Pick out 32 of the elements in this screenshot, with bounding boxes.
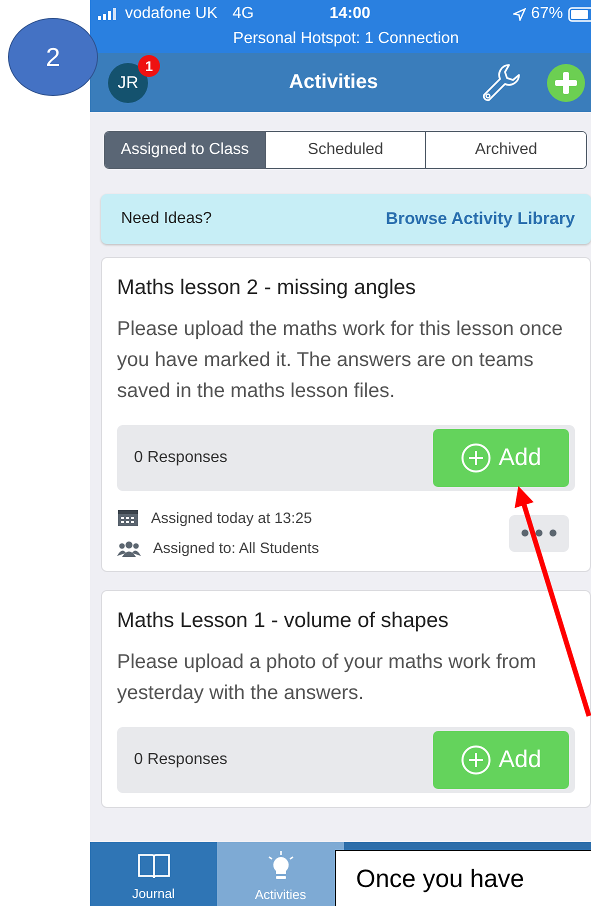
activity-title: Maths lesson 2 - missing angles (117, 276, 417, 300)
screen-title: Activities (288, 71, 379, 94)
book-icon (136, 852, 170, 880)
segment-tab[interactable]: Assigned to Class (105, 132, 265, 168)
add-circle-icon (460, 443, 491, 473)
callout-text: Once you have (335, 850, 591, 906)
more-button[interactable] (509, 514, 569, 552)
add-icon[interactable] (547, 64, 585, 102)
library-link[interactable]: Browse Activity Library (386, 209, 575, 229)
responses-count: 0 Responses (134, 751, 228, 769)
activity-title: Maths Lesson 1 - volume of shapes (117, 609, 450, 633)
more-icon (519, 529, 559, 537)
location-icon (512, 8, 526, 20)
people-icon (117, 540, 141, 556)
activity-description: Please upload a photo of your maths work from yesterday with the answers. (117, 650, 538, 706)
step-marker: 2 (8, 18, 98, 96)
clock-time: 14:00 (330, 5, 370, 23)
hotspot-text: Personal Hotspot: 1 Connection (232, 29, 460, 49)
segment-tab[interactable]: Archived (425, 132, 586, 168)
tab-bar-item[interactable]: Journal (90, 842, 217, 906)
assigned-date: Assigned today at 13:25 (151, 510, 312, 526)
network-type: 4G (232, 5, 254, 23)
calendar-icon (117, 509, 139, 527)
ideas-label: Need Ideas? (121, 210, 212, 228)
notification-badge: 1 (138, 54, 160, 76)
responses-count: 0 Responses (134, 449, 228, 467)
assigned-to: Assigned to: All Students (153, 540, 319, 557)
activity-description: Please upload the maths work for this lesson once you have marked it. The answers are on teams saved in the maths lesson files. (117, 317, 564, 404)
tab-bar-item[interactable]: Activities (217, 842, 344, 906)
carrier-name: vodafone UK (125, 5, 218, 23)
battery-percent: 67% (530, 5, 563, 23)
add-circle-icon (460, 745, 491, 775)
